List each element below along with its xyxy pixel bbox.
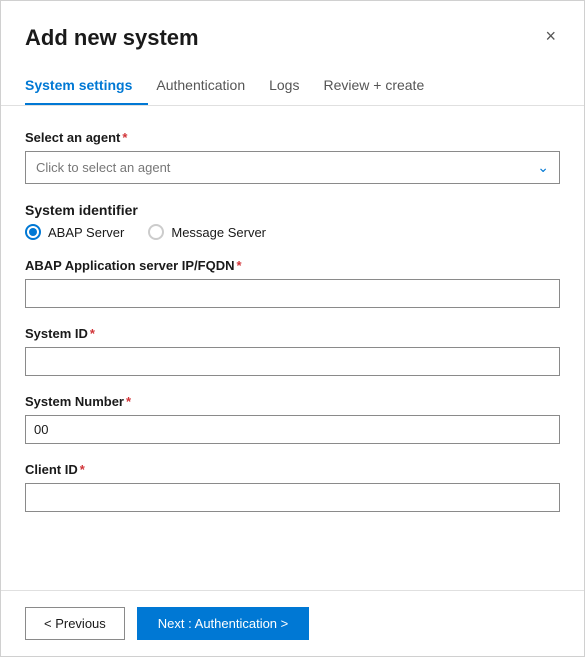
- system-id-label: System ID*: [25, 326, 560, 341]
- system-identifier-group: System identifier ABAP Server Message Se…: [25, 202, 560, 240]
- tab-system-settings[interactable]: System settings: [25, 67, 148, 105]
- tab-review-create[interactable]: Review + create: [323, 67, 440, 105]
- modal-title: Add new system: [25, 25, 199, 51]
- agent-label: Select an agent*: [25, 130, 560, 145]
- abap-ip-label: ABAP Application server IP/FQDN*: [25, 258, 560, 273]
- radio-group-identifier: ABAP Server Message Server: [25, 224, 560, 240]
- add-new-system-modal: Add new system × System settings Authent…: [0, 0, 585, 657]
- agent-dropdown[interactable]: Click to select an agent ⌄: [25, 151, 560, 184]
- tab-authentication[interactable]: Authentication: [156, 67, 261, 105]
- tab-bar: System settings Authentication Logs Revi…: [1, 67, 584, 106]
- agent-dropdown-placeholder: Click to select an agent: [36, 160, 170, 175]
- close-button[interactable]: ×: [541, 25, 560, 47]
- abap-ip-group: ABAP Application server IP/FQDN*: [25, 258, 560, 308]
- agent-required-marker: *: [122, 130, 127, 145]
- client-id-input[interactable]: [25, 483, 560, 512]
- chevron-down-icon: ⌄: [537, 159, 549, 176]
- radio-label-abap[interactable]: ABAP Server: [25, 224, 124, 240]
- system-identifier-label: System identifier: [25, 202, 560, 218]
- abap-ip-required-marker: *: [237, 258, 242, 273]
- system-id-required-marker: *: [90, 326, 95, 341]
- modal-footer: < Previous Next : Authentication >: [1, 590, 584, 656]
- radio-message[interactable]: [148, 224, 164, 240]
- system-id-group: System ID*: [25, 326, 560, 376]
- system-number-group: System Number*: [25, 394, 560, 444]
- next-button[interactable]: Next : Authentication >: [137, 607, 309, 640]
- abap-ip-input[interactable]: [25, 279, 560, 308]
- modal-header: Add new system ×: [1, 1, 584, 51]
- modal-body: Select an agent* Click to select an agen…: [1, 106, 584, 590]
- previous-button[interactable]: < Previous: [25, 607, 125, 640]
- radio-abap[interactable]: [25, 224, 41, 240]
- system-id-input[interactable]: [25, 347, 560, 376]
- client-id-group: Client ID*: [25, 462, 560, 512]
- agent-form-group: Select an agent* Click to select an agen…: [25, 130, 560, 184]
- system-number-input[interactable]: [25, 415, 560, 444]
- client-id-required-marker: *: [80, 462, 85, 477]
- client-id-label: Client ID*: [25, 462, 560, 477]
- radio-message-label: Message Server: [171, 225, 266, 240]
- system-number-required-marker: *: [126, 394, 131, 409]
- radio-label-message[interactable]: Message Server: [148, 224, 266, 240]
- tab-logs[interactable]: Logs: [269, 67, 315, 105]
- radio-abap-label: ABAP Server: [48, 225, 124, 240]
- system-number-label: System Number*: [25, 394, 560, 409]
